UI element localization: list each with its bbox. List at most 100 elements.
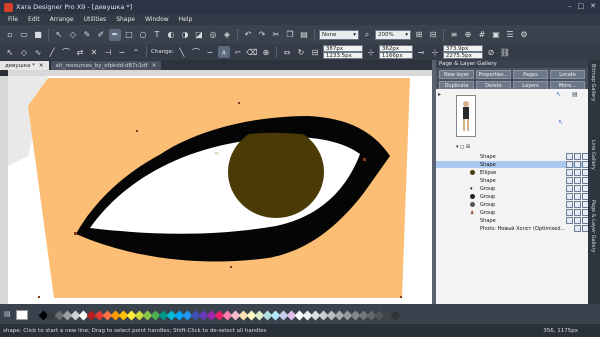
point-handle[interactable] (238, 102, 240, 104)
brush-tool-icon[interactable]: ✐ (95, 29, 107, 41)
layer-row[interactable]: Group (436, 201, 589, 208)
reverse-path-icon[interactable]: ⇄ (74, 46, 86, 58)
maximize-button[interactable]: □ (578, 2, 585, 10)
cut-icon[interactable]: ✂ (270, 29, 282, 41)
layer-row[interactable]: ▾ Group (436, 185, 589, 192)
locked-checkbox[interactable] (574, 169, 581, 176)
visible-checkbox[interactable] (566, 177, 573, 184)
locked-checkbox[interactable] (574, 193, 581, 200)
visible-checkbox[interactable] (566, 185, 573, 192)
width-field[interactable]: 387px (322, 45, 363, 52)
point-handle[interactable] (38, 296, 40, 298)
layer-row[interactable]: Ellipse (436, 169, 589, 176)
layer-tree[interactable]: ▸ ↖ ▤ ↖ ▾ ◻ ⊞ Shape Shape Ellipse Shape (436, 89, 589, 304)
visible-checkbox[interactable] (566, 153, 573, 160)
point-handle[interactable] (230, 266, 232, 268)
smooth-point-icon[interactable]: ∽ (204, 46, 216, 58)
close-button[interactable]: ✕ (590, 2, 596, 10)
locked-checkbox[interactable] (574, 225, 581, 232)
menu-help[interactable]: Help (179, 16, 193, 23)
expand-icon[interactable]: ▸ (438, 91, 441, 98)
rectangle-tool-icon[interactable]: □ (123, 29, 135, 41)
side-tab-page-layer-gallery[interactable]: Page & Layer Gallery (590, 200, 596, 253)
curve-icon[interactable]: ∿ (32, 46, 44, 58)
shape-editor-tool-icon[interactable]: ◇ (67, 29, 79, 41)
menu-file[interactable]: File (8, 16, 18, 23)
position-icon[interactable]: ⊹ (365, 46, 377, 58)
zoom-icon[interactable]: ⌕ (361, 29, 373, 41)
visible-checkbox[interactable] (566, 217, 573, 224)
grid-icon[interactable]: # (476, 29, 488, 41)
y2-field[interactable]: 2275.5px (442, 52, 483, 59)
page-thumbnail[interactable] (456, 95, 476, 137)
layer-row[interactable]: Shape (436, 177, 589, 184)
locked-checkbox[interactable] (574, 217, 581, 224)
paste-icon[interactable]: ▤ (298, 29, 310, 41)
menu-utilities[interactable]: Utilities (84, 16, 107, 23)
side-tab-line-gallery[interactable]: Line Gallery (590, 140, 596, 170)
corner-icon[interactable]: ⌐ (232, 46, 244, 58)
rotate-icon[interactable]: ↻ (295, 46, 307, 58)
minimize-button[interactable]: – (568, 2, 572, 10)
menu-shape[interactable]: Shape (116, 16, 135, 23)
locate-button[interactable]: Locate (550, 70, 585, 79)
fill-tool-icon[interactable]: ◐ (165, 29, 177, 41)
locked-checkbox[interactable] (574, 201, 581, 208)
delete-point-icon[interactable]: ⌫ (246, 46, 258, 58)
ellipse-tool-icon[interactable]: ○ (137, 29, 149, 41)
locked-checkbox[interactable] (574, 153, 581, 160)
tab-inactive-document[interactable]: alt_resources_by_ofpkdd-d87c1df ✕ (50, 61, 162, 70)
palette-menu-icon[interactable]: ▤ (4, 310, 11, 318)
zoom-previous-icon[interactable]: ⊟ (427, 29, 439, 41)
contour-tool-icon[interactable]: ◎ (207, 29, 219, 41)
break-icon[interactable]: ✕ (88, 46, 100, 58)
visible-checkbox[interactable] (566, 209, 573, 216)
zoom-percent-select[interactable]: 200% ▾ (375, 29, 411, 40)
shadow-tool-icon[interactable]: ◪ (193, 29, 205, 41)
close-icon[interactable]: ✕ (39, 63, 44, 69)
pages-button[interactable]: Pages (513, 70, 548, 79)
point-handle[interactable] (363, 158, 366, 161)
shape-icon[interactable]: ◇ (18, 46, 30, 58)
x2-field[interactable]: 373.9px (442, 45, 483, 52)
visible-checkbox[interactable] (566, 169, 573, 176)
redo-icon[interactable]: ↷ (256, 29, 268, 41)
cusp-icon[interactable]: ⌃ (130, 46, 142, 58)
cusp-point-icon[interactable]: ∧ (217, 46, 230, 58)
line-icon[interactable]: ╱ (46, 46, 58, 58)
snap-icon[interactable]: ⊕ (462, 29, 474, 41)
undo-icon[interactable]: ↶ (242, 29, 254, 41)
visible-checkbox[interactable] (566, 161, 573, 168)
visible-checkbox[interactable] (566, 193, 573, 200)
join-icon[interactable]: ⊣ (102, 46, 114, 58)
locked-checkbox[interactable] (574, 185, 581, 192)
visible-checkbox[interactable] (566, 201, 573, 208)
layer-row[interactable]: Photo: Новый Холст (Optimised... (436, 225, 589, 232)
smooth-icon[interactable]: ∼ (116, 46, 128, 58)
layer-row[interactable]: Group (436, 193, 589, 200)
point-handle[interactable] (400, 296, 402, 298)
toggle-icon[interactable]: ⊘ (485, 46, 497, 58)
line-point-icon[interactable]: ╲ (176, 46, 188, 58)
options-icon[interactable]: ⚙ (518, 29, 530, 41)
open-folder-icon[interactable]: ▭ (18, 29, 30, 41)
zoom-mode-select[interactable]: None ▾ (319, 29, 359, 40)
anchor-icon[interactable]: ⊹ (429, 46, 441, 58)
close-icon[interactable]: ✕ (152, 63, 157, 69)
curve-point-icon[interactable]: ⌒ (190, 46, 202, 58)
layer-row[interactable]: Shape (436, 217, 589, 224)
point-handle[interactable] (74, 232, 77, 235)
close-path-icon[interactable]: ⌒ (60, 46, 72, 58)
pen-tool-icon[interactable]: ✒ (109, 28, 121, 41)
side-tab-bitmap-gallery[interactable]: Bitmap Gallery (590, 64, 596, 101)
zoom-to-fit-icon[interactable]: ⊞ (413, 29, 425, 41)
point-handle[interactable] (136, 130, 138, 132)
selector-tool-icon[interactable]: ↖ (53, 29, 65, 41)
tab-active-document[interactable]: девушка * ✕ (0, 61, 49, 70)
layer-row[interactable]: ♟ Group (436, 209, 589, 216)
link-icon[interactable]: ⛓ (499, 46, 511, 58)
page-options-icon[interactable]: ▤ (572, 91, 578, 98)
save-icon[interactable]: ■ (32, 29, 44, 41)
no-color-swatch[interactable] (16, 310, 28, 320)
transparency-tool-icon[interactable]: ◑ (179, 29, 191, 41)
